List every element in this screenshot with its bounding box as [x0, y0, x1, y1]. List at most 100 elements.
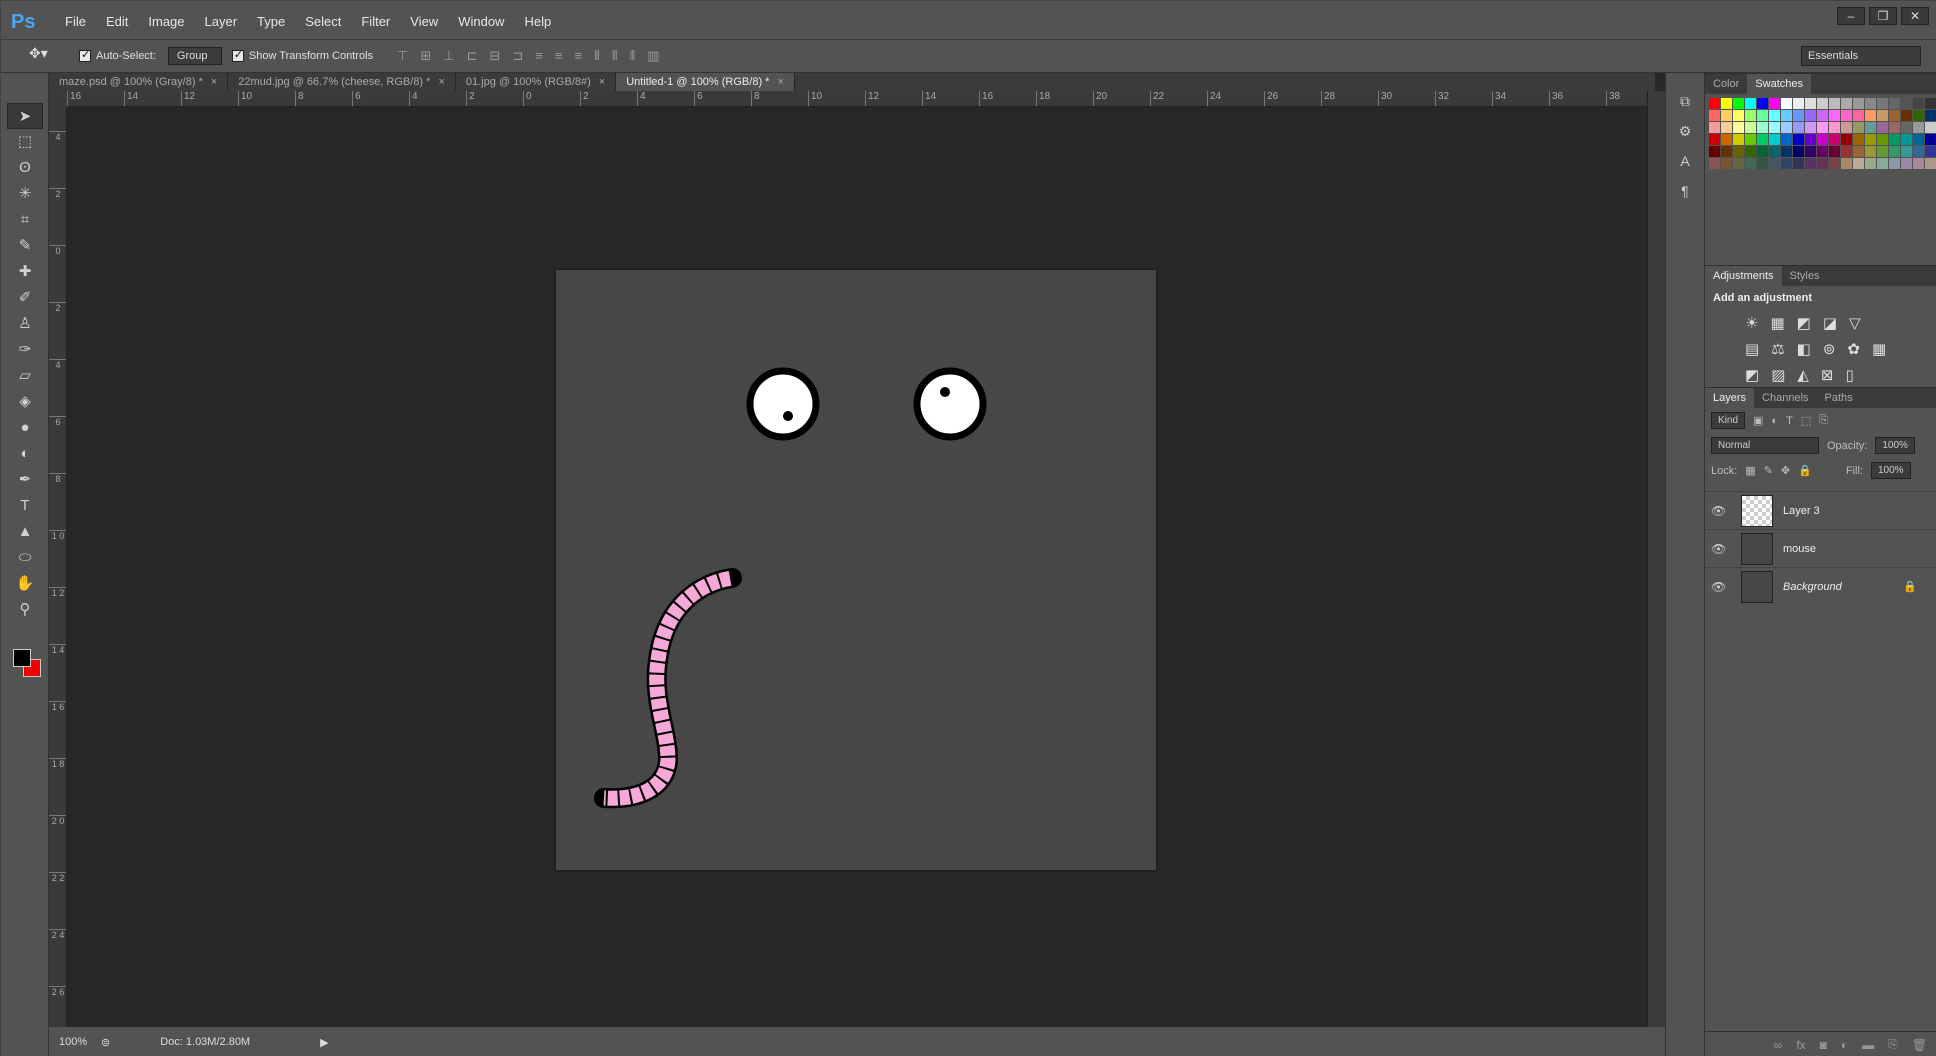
color-swatch[interactable] [1733, 98, 1744, 109]
tab-styles[interactable]: Styles [1782, 266, 1828, 286]
character-panel-icon[interactable]: A [1671, 153, 1699, 177]
document-canvas[interactable] [556, 270, 1156, 870]
color-swatch[interactable] [1709, 110, 1720, 121]
paragraph-panel-icon[interactable]: ¶ [1671, 183, 1699, 207]
tab-layers[interactable]: Layers [1705, 388, 1755, 408]
layer-name[interactable]: Background [1783, 581, 1842, 593]
tab-maze[interactable]: maze.psd @ 100% (Gray/8) * × [49, 73, 229, 91]
color-swatch[interactable] [1793, 158, 1804, 169]
lock-image-icon[interactable]: ✎ [1764, 464, 1773, 477]
color-swatch[interactable] [1925, 110, 1936, 121]
tab-01jpg[interactable]: 01.jpg @ 100% (RGB/8#) × [456, 73, 617, 91]
status-menu-arrow-icon[interactable]: ▶ [320, 1036, 328, 1049]
color-swatch[interactable] [1889, 122, 1900, 133]
tab-adjustments[interactable]: Adjustments [1705, 266, 1782, 286]
lock-transparent-icon[interactable]: ▦ [1745, 464, 1755, 477]
color-swatch[interactable] [1925, 98, 1936, 109]
color-swatch[interactable] [1913, 146, 1924, 157]
tab-swatches[interactable]: Swatches [1747, 74, 1811, 94]
color-swatch[interactable] [1721, 134, 1732, 145]
history-panel-icon[interactable]: ⧉ [1671, 93, 1699, 117]
eye-icon[interactable]: 👁 [1711, 504, 1731, 518]
zoom-level[interactable]: 100% [49, 1036, 101, 1048]
color-swatch[interactable] [1793, 146, 1804, 157]
color-balance-icon[interactable]: ⚖ [1771, 340, 1784, 358]
color-swatch[interactable] [1901, 122, 1912, 133]
color-swatch[interactable] [1733, 110, 1744, 121]
blend-mode-dropdown[interactable]: Normal [1711, 437, 1819, 454]
healing-brush-icon[interactable]: ✚ [7, 259, 43, 285]
color-swatch[interactable] [1733, 158, 1744, 169]
color-swatch[interactable] [1889, 158, 1900, 169]
color-swatch[interactable] [1781, 158, 1792, 169]
color-swatch[interactable] [1793, 134, 1804, 145]
show-transform-checkbox[interactable]: Show Transform Controls [231, 48, 373, 62]
auto-select-checkbox[interactable]: Auto-Select: [79, 48, 156, 62]
ellipse-tool-icon[interactable]: ⬭ [7, 545, 43, 571]
color-swatch[interactable] [1757, 98, 1768, 109]
auto-align-icon[interactable]: ▥ [647, 48, 659, 64]
close-tab-icon[interactable]: × [777, 76, 783, 88]
color-swatch[interactable] [1901, 134, 1912, 145]
close-button[interactable]: ✕ [1901, 7, 1929, 25]
color-swatch[interactable] [1709, 98, 1720, 109]
color-swatch[interactable] [1877, 134, 1888, 145]
color-swatch[interactable] [1733, 134, 1744, 145]
menu-image[interactable]: Image [138, 1, 194, 43]
auto-select-dropdown[interactable]: Group [167, 47, 222, 65]
color-swatch[interactable] [1721, 158, 1732, 169]
color-swatch[interactable] [1781, 134, 1792, 145]
color-swatch[interactable] [1913, 122, 1924, 133]
color-swatch[interactable] [1769, 158, 1780, 169]
color-swatch[interactable] [1805, 134, 1816, 145]
threshold-icon[interactable]: ◭ [1797, 366, 1809, 384]
distribute-vcenter-icon[interactable]: ≡ [555, 48, 563, 64]
color-swatch[interactable] [1769, 98, 1780, 109]
dodge-tool-icon[interactable]: ◐ [7, 441, 43, 467]
distribute-bottom-icon[interactable]: ≡ [575, 48, 583, 64]
color-swatch[interactable] [1793, 110, 1804, 121]
color-swatch[interactable] [1841, 146, 1852, 157]
menu-help[interactable]: Help [514, 1, 561, 43]
workspace-dropdown[interactable]: Essentials [1801, 46, 1921, 66]
black-white-icon[interactable]: ◧ [1797, 340, 1811, 358]
color-swatch[interactable] [1889, 134, 1900, 145]
eye-icon[interactable]: 👁 [1711, 580, 1731, 594]
color-swatch[interactable] [1853, 98, 1864, 109]
color-swatch[interactable] [1865, 110, 1876, 121]
new-group-icon[interactable]: ▬ [1862, 1038, 1874, 1052]
color-swatch[interactable] [1745, 98, 1756, 109]
color-swatch[interactable] [1865, 122, 1876, 133]
tab-untitled-1[interactable]: Untitled-1 @ 100% (RGB/8) * × [616, 73, 795, 91]
color-swatch[interactable] [1733, 122, 1744, 133]
share-icon[interactable]: ⊜ [101, 1036, 110, 1049]
color-swatch[interactable] [1769, 146, 1780, 157]
menu-file[interactable]: File [55, 1, 96, 43]
color-swatch[interactable] [1901, 146, 1912, 157]
menu-view[interactable]: View [400, 1, 448, 43]
layer-row[interactable]: 👁 Layer 3 [1705, 491, 1936, 529]
eyedropper-icon[interactable]: ✎ [7, 233, 43, 259]
filter-smart-icon[interactable]: ⎘ [1819, 414, 1828, 427]
color-swatch[interactable] [1817, 122, 1828, 133]
photo-filter-icon[interactable]: ⊚ [1823, 340, 1836, 358]
color-swatch[interactable] [1877, 146, 1888, 157]
filter-adjustment-icon[interactable]: ◐ [1771, 415, 1778, 427]
align-bottom-icon[interactable]: ⊥ [443, 48, 454, 64]
channel-mixer-icon[interactable]: ✿ [1847, 340, 1860, 358]
layer-row[interactable]: 👁 mouse [1705, 529, 1936, 567]
color-swatch[interactable] [1901, 110, 1912, 121]
color-swatch[interactable] [1805, 122, 1816, 133]
layer-name[interactable]: mouse [1783, 543, 1816, 555]
color-swatch[interactable] [1817, 134, 1828, 145]
menu-filter[interactable]: Filter [351, 1, 400, 43]
color-swatch[interactable] [1745, 122, 1756, 133]
curves-icon[interactable]: ◩ [1797, 314, 1811, 332]
color-swatch[interactable] [1793, 122, 1804, 133]
color-swatch[interactable] [1721, 110, 1732, 121]
close-tab-icon[interactable]: × [599, 76, 605, 88]
color-swatch[interactable] [1805, 146, 1816, 157]
blur-tool-icon[interactable]: ● [7, 415, 43, 441]
color-swatch[interactable] [1781, 110, 1792, 121]
tab-22mud[interactable]: 22mud.jpg @ 66.7% (cheese, RGB/8) * × [228, 73, 456, 91]
